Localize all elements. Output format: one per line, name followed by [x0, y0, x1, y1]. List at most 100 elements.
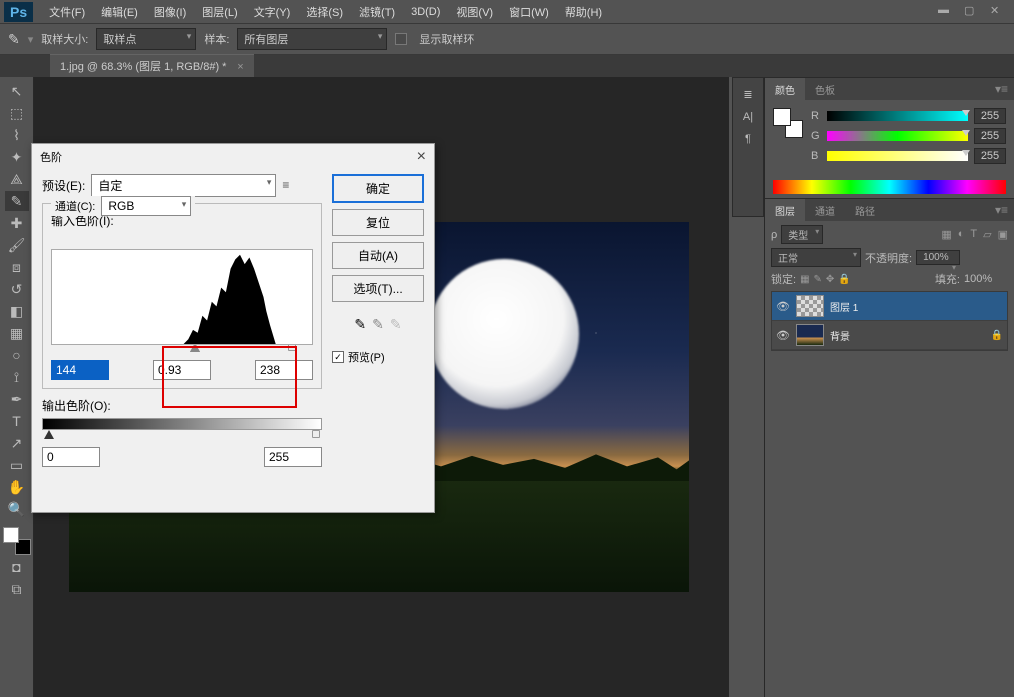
menu-window[interactable]: 窗口(W) [501, 4, 557, 20]
filter-smart-icon[interactable]: ▣ [998, 228, 1008, 241]
eraser-tool[interactable]: ◧ [5, 301, 29, 321]
opacity-field[interactable]: 100% [916, 250, 960, 265]
menu-image[interactable]: 图像(I) [146, 4, 194, 20]
move-tool[interactable]: ↖ [5, 81, 29, 101]
menu-edit[interactable]: 编辑(E) [93, 4, 146, 20]
heal-tool[interactable]: ✚ [5, 213, 29, 233]
tab-channels[interactable]: 通道 [805, 199, 845, 222]
show-ring-checkbox[interactable] [395, 33, 407, 45]
menu-file[interactable]: 文件(F) [41, 4, 93, 20]
preview-checkbox[interactable]: ✓ [332, 351, 344, 363]
close-icon[interactable]: ✕ [990, 4, 1004, 16]
brush-tool[interactable]: 🖌 [5, 235, 29, 255]
options-button[interactable]: 选项(T)... [332, 275, 424, 302]
blend-mode-dropdown[interactable]: 正常 [771, 248, 861, 267]
b-value[interactable]: 255 [974, 148, 1006, 164]
auto-button[interactable]: 自动(A) [332, 242, 424, 269]
crop-tool[interactable]: ⟁ [5, 169, 29, 189]
menu-view[interactable]: 视图(V) [448, 4, 501, 20]
output-hi-input[interactable] [264, 447, 322, 467]
channel-dropdown[interactable]: RGB [101, 196, 191, 216]
eyedropper-icon[interactable]: ✎ [8, 31, 20, 48]
tab-layers[interactable]: 图层 [765, 199, 805, 222]
filter-adjust-icon[interactable]: ◐ [958, 228, 965, 241]
wand-tool[interactable]: ✦ [5, 147, 29, 167]
tab-color[interactable]: 颜色 [765, 78, 805, 101]
quickmask-tool[interactable]: ◘ [5, 557, 29, 577]
black-point-eyedropper[interactable]: ✎ [354, 316, 366, 333]
r-slider[interactable] [827, 111, 968, 121]
history-brush-tool[interactable]: ↺ [5, 279, 29, 299]
layer-row[interactable]: 👁 图层 1 [772, 292, 1007, 321]
ok-button[interactable]: 确定 [332, 174, 424, 203]
filter-type-icon[interactable]: T [970, 228, 977, 241]
layer-name[interactable]: 背景 [830, 328, 850, 343]
fg-color-swatch[interactable] [3, 527, 19, 543]
path-select-tool[interactable]: ↗ [5, 433, 29, 453]
panel-color-swatches[interactable] [773, 108, 803, 138]
stamp-tool[interactable]: ⧈ [5, 257, 29, 277]
gray-point-eyedropper[interactable]: ✎ [372, 316, 384, 333]
lasso-tool[interactable]: ⌇ [5, 125, 29, 145]
highlight-input[interactable] [255, 360, 313, 380]
reset-button[interactable]: 复位 [332, 209, 424, 236]
layer-thumbnail[interactable] [796, 295, 824, 317]
panel-menu-icon[interactable]: ▾≡ [995, 203, 1008, 217]
g-slider[interactable] [827, 131, 968, 141]
white-point-eyedropper[interactable]: ✎ [390, 316, 402, 333]
document-tab[interactable]: 1.jpg @ 68.3% (图层 1, RGB/8#) * × [50, 54, 254, 77]
dialog-close-icon[interactable]: × [417, 148, 426, 166]
tab-close-icon[interactable]: × [237, 61, 243, 73]
shadow-input[interactable] [51, 360, 109, 380]
r-value[interactable]: 255 [974, 108, 1006, 124]
filter-pixel-icon[interactable]: ▦ [941, 228, 951, 241]
sample-dropdown[interactable]: 所有图层 [237, 28, 387, 50]
filter-kind-dropdown[interactable]: 类型 [781, 225, 823, 244]
marquee-tool[interactable]: ⬚ [5, 103, 29, 123]
screenmode-tool[interactable]: ⧉ [5, 579, 29, 599]
output-lo-input[interactable] [42, 447, 100, 467]
visibility-icon[interactable]: 👁 [776, 329, 790, 342]
lock-trans-icon[interactable]: ▦ [800, 274, 809, 285]
fill-field[interactable]: 100% [964, 273, 1008, 285]
layer-thumbnail[interactable] [796, 324, 824, 346]
visibility-icon[interactable]: 👁 [776, 300, 790, 313]
dodge-tool[interactable]: ⟟ [5, 367, 29, 387]
zoom-tool[interactable]: 🔍 [5, 499, 29, 519]
lock-move-icon[interactable]: ✥ [826, 274, 834, 285]
layer-name[interactable]: 图层 1 [830, 299, 858, 314]
g-value[interactable]: 255 [974, 128, 1006, 144]
menu-3d[interactable]: 3D(D) [403, 6, 448, 18]
menu-filter[interactable]: 滤镜(T) [351, 4, 403, 20]
paragraph-icon[interactable]: ¶ [745, 133, 751, 145]
preset-menu-icon[interactable]: ≡ [282, 178, 298, 194]
layer-row[interactable]: 👁 背景 🔒 [772, 321, 1007, 350]
output-highlight-slider[interactable] [312, 430, 320, 438]
dialog-titlebar[interactable]: 色阶 × [32, 144, 434, 170]
color-swatches[interactable] [3, 527, 31, 555]
lock-paint-icon[interactable]: ✎ [814, 274, 822, 285]
pen-tool[interactable]: ✒ [5, 389, 29, 409]
character-icon[interactable]: A| [743, 111, 753, 123]
shape-tool[interactable]: ▭ [5, 455, 29, 475]
lock-all-icon[interactable]: 🔒 [838, 274, 850, 285]
spectrum-bar[interactable] [773, 180, 1006, 194]
preset-dropdown[interactable]: 自定 [91, 174, 276, 197]
gradient-tool[interactable]: ▦ [5, 323, 29, 343]
type-tool[interactable]: T [5, 411, 29, 431]
menu-layer[interactable]: 图层(L) [194, 4, 245, 20]
eyedropper-tool[interactable]: ✎ [5, 191, 29, 211]
history-icon[interactable]: ≣ [743, 88, 752, 101]
tab-swatches[interactable]: 色板 [805, 78, 845, 101]
menu-type[interactable]: 文字(Y) [246, 4, 299, 20]
filter-shape-icon[interactable]: ▱ [983, 228, 991, 241]
hand-tool[interactable]: ✋ [5, 477, 29, 497]
midtone-input[interactable] [153, 360, 211, 380]
tab-paths[interactable]: 路径 [845, 199, 885, 222]
output-shadow-slider[interactable] [44, 430, 54, 439]
sample-size-dropdown[interactable]: 取样点 [96, 28, 196, 50]
b-slider[interactable] [827, 151, 968, 161]
menu-select[interactable]: 选择(S) [298, 4, 351, 20]
menu-help[interactable]: 帮助(H) [557, 4, 610, 20]
minimize-icon[interactable]: ▬ [938, 4, 952, 16]
